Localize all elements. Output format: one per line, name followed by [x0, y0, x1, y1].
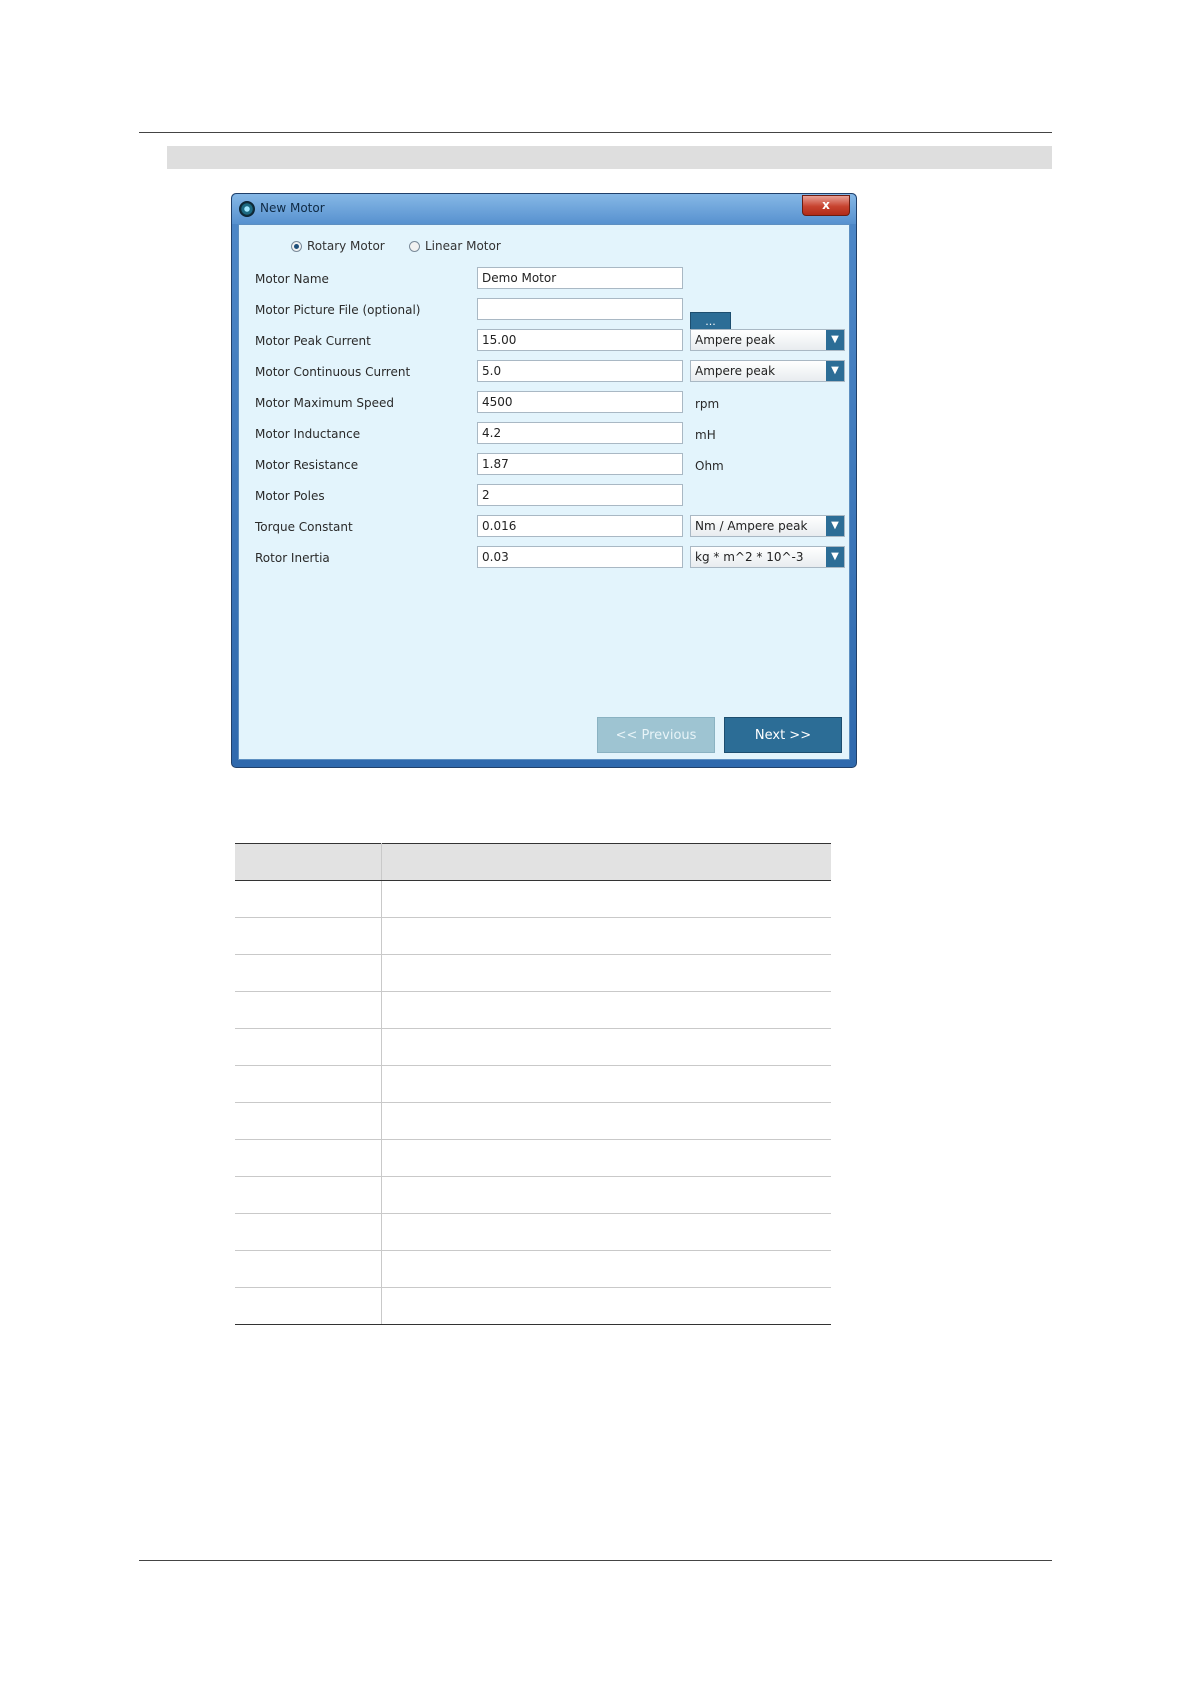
poles-input[interactable] — [477, 484, 683, 506]
resistance-label: Motor Resistance — [255, 458, 359, 472]
footer-rule — [139, 1560, 1052, 1561]
table-row — [235, 991, 831, 1029]
peak-current-unit-value: Ampere peak — [695, 333, 776, 347]
table-cell — [235, 880, 382, 918]
motor-picture-label: Motor Picture File (optional) — [255, 303, 421, 317]
dialog-client-area: Rotary Motor Linear Motor Motor Name Mot… — [238, 224, 850, 760]
table-row — [235, 1065, 831, 1103]
table-cell — [381, 954, 831, 992]
radio-selected-icon — [291, 240, 302, 252]
max-speed-input[interactable] — [477, 391, 683, 413]
table-header-cell — [381, 843, 831, 881]
header-rule — [139, 132, 1052, 133]
table-cell — [235, 1213, 382, 1251]
next-button[interactable]: Next >> — [724, 717, 842, 753]
table-row — [235, 1028, 831, 1066]
table-cell — [235, 1028, 382, 1066]
motor-picture-input[interactable] — [477, 298, 683, 320]
peak-current-input[interactable] — [477, 329, 683, 351]
rotor-inertia-input[interactable] — [477, 546, 683, 568]
radio-unselected-icon — [409, 240, 420, 252]
peak-current-label: Motor Peak Current — [255, 334, 371, 348]
table-cell — [381, 991, 831, 1029]
table-cell — [235, 1287, 382, 1325]
table-row — [235, 1176, 831, 1214]
table-row — [235, 1287, 831, 1325]
table-cell — [381, 1250, 831, 1288]
max-speed-unit: rpm — [695, 397, 720, 411]
window-title: New Motor — [260, 201, 325, 215]
chevron-down-icon[interactable]: ▼ — [826, 361, 844, 381]
motor-name-label: Motor Name — [255, 272, 329, 286]
rotor-inertia-unit-select[interactable]: kg * m^2 * 10^-3 ▼ — [690, 546, 845, 568]
chevron-down-icon[interactable]: ▼ — [826, 547, 844, 567]
table-cell — [235, 954, 382, 992]
table-cell — [381, 1065, 831, 1103]
rotary-motor-radio[interactable]: Rotary Motor — [291, 239, 385, 253]
table-cell — [381, 1028, 831, 1066]
rotary-motor-label: Rotary Motor — [307, 239, 385, 253]
max-speed-label: Motor Maximum Speed — [255, 396, 395, 410]
table-cell — [235, 1065, 382, 1103]
parameter-table — [235, 843, 831, 1325]
chevron-down-icon[interactable]: ▼ — [826, 516, 844, 536]
continuous-current-unit-value: Ampere peak — [695, 364, 776, 378]
torque-constant-unit-value: Nm / Ampere peak — [695, 519, 808, 533]
linear-motor-radio[interactable]: Linear Motor — [409, 239, 501, 253]
table-header-row — [235, 843, 831, 881]
table-cell — [235, 991, 382, 1029]
table-row — [235, 1213, 831, 1251]
app-logo-icon — [239, 201, 255, 217]
table-cell — [235, 1176, 382, 1214]
inductance-input[interactable] — [477, 422, 683, 444]
table-cell — [381, 880, 831, 918]
table-row — [235, 1102, 831, 1140]
continuous-current-label: Motor Continuous Current — [255, 365, 411, 379]
poles-label: Motor Poles — [255, 489, 325, 503]
torque-constant-unit-select[interactable]: Nm / Ampere peak ▼ — [690, 515, 845, 537]
table-cell — [381, 1287, 831, 1325]
table-cell — [235, 1139, 382, 1177]
peak-current-unit-select[interactable]: Ampere peak ▼ — [690, 329, 845, 351]
rotor-inertia-label: Rotor Inertia — [255, 551, 330, 565]
chevron-down-icon[interactable]: ▼ — [826, 330, 844, 350]
table-row — [235, 880, 831, 918]
table-row — [235, 1139, 831, 1177]
table-header-cell — [235, 843, 382, 881]
table-cell — [235, 917, 382, 955]
rotor-inertia-unit-value: kg * m^2 * 10^-3 — [695, 550, 804, 564]
table-cell — [381, 1176, 831, 1214]
table-cell — [381, 917, 831, 955]
continuous-current-input[interactable] — [477, 360, 683, 382]
torque-constant-input[interactable] — [477, 515, 683, 537]
table-cell — [381, 1102, 831, 1140]
motor-name-input[interactable] — [477, 267, 683, 289]
section-heading-band — [167, 146, 1052, 169]
table-row — [235, 1250, 831, 1288]
continuous-current-unit-select[interactable]: Ampere peak ▼ — [690, 360, 845, 382]
previous-button[interactable]: << Previous — [597, 717, 715, 753]
table-cell — [235, 1102, 382, 1140]
resistance-input[interactable] — [477, 453, 683, 475]
table-cell — [381, 1213, 831, 1251]
inductance-label: Motor Inductance — [255, 427, 361, 441]
resistance-unit: Ohm — [695, 459, 724, 473]
table-cell — [381, 1139, 831, 1177]
table-cell — [235, 1250, 382, 1288]
torque-constant-label: Torque Constant — [255, 520, 353, 534]
table-row — [235, 917, 831, 955]
table-row — [235, 954, 831, 992]
title-bar[interactable]: New Motor x — [232, 194, 856, 224]
linear-motor-label: Linear Motor — [425, 239, 501, 253]
new-motor-dialog: New Motor x Rotary Motor Linear Motor Mo… — [231, 193, 857, 768]
close-button[interactable]: x — [802, 195, 850, 216]
inductance-unit: mH — [695, 428, 716, 442]
